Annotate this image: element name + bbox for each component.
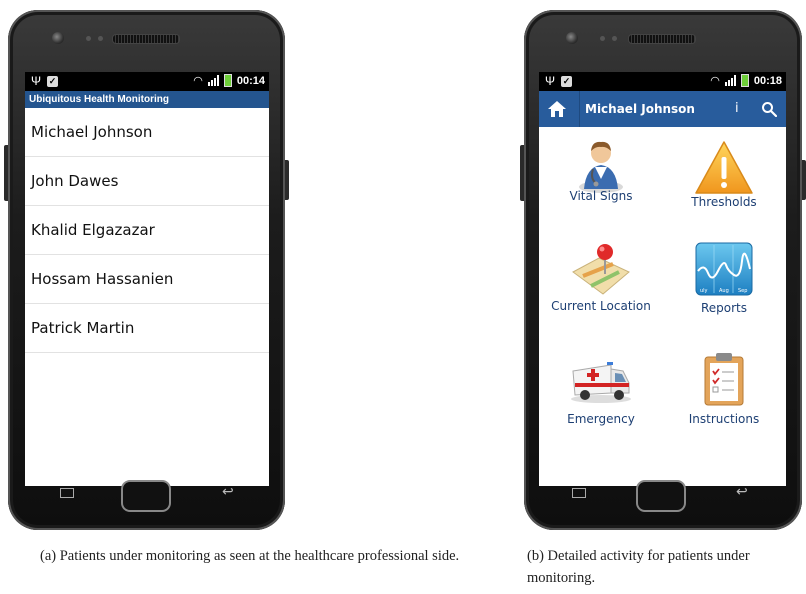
status-bar: Ψ ✓ ◠ 00:18	[539, 72, 786, 91]
figure-caption-b: (b) Detailed activity for patients under…	[527, 548, 750, 586]
earpiece-speaker	[628, 34, 696, 44]
search-icon[interactable]	[761, 101, 777, 117]
usb-icon: Ψ	[31, 74, 42, 88]
report-axis-label: Sep	[738, 288, 747, 294]
clipboard-icon	[704, 353, 744, 406]
warning-icon	[695, 141, 753, 194]
action-bar: Michael Johnson i	[539, 91, 786, 127]
menu-key-icon[interactable]	[60, 488, 74, 498]
usb-icon: Ψ	[545, 74, 556, 88]
phone-a: Ψ ✓ ◠ 00:14 Ubiquitous Health Monitoring…	[4, 10, 289, 530]
tile-label: Instructions	[688, 412, 760, 426]
patient-list-item[interactable]: Hossam Hassanien	[25, 255, 269, 304]
status-clock: 00:14	[236, 74, 265, 87]
ambulance-icon	[571, 362, 631, 403]
report-axis-label: uly	[700, 288, 708, 294]
signal-icon	[724, 75, 736, 86]
home-hardware-button[interactable]	[121, 480, 171, 512]
wifi-icon: ◠	[193, 74, 203, 87]
tile-label: Current Location	[551, 299, 651, 313]
doctor-icon	[579, 141, 623, 193]
home-hardware-button[interactable]	[636, 480, 686, 512]
chart-report-icon: uly Aug Sep	[695, 242, 753, 296]
notification-icon: ✓	[47, 75, 59, 87]
home-icon[interactable]	[547, 99, 567, 119]
proximity-sensor	[86, 36, 91, 41]
proximity-sensor	[600, 36, 605, 41]
tile-label: Reports	[700, 301, 748, 315]
wifi-icon: ◠	[710, 74, 720, 87]
patient-list: Michael Johnson John Dawes Khalid Elgaza…	[25, 108, 269, 353]
report-axis-label: Aug	[719, 288, 729, 294]
tile-label: Vital Signs	[569, 189, 633, 203]
tile-label: Thresholds	[691, 195, 757, 209]
earpiece-speaker	[112, 34, 180, 44]
tile-label: Emergency	[567, 412, 635, 426]
app-title-bar: Ubiquitous Health Monitoring	[25, 91, 269, 108]
front-camera	[566, 32, 578, 44]
patient-name-title: Michael Johnson	[585, 102, 695, 116]
tile-emergency[interactable]: Emergency	[539, 347, 663, 457]
tile-reports[interactable]: uly Aug Sep Reports	[662, 237, 786, 347]
patient-list-item[interactable]: John Dawes	[25, 157, 269, 206]
screen-b: Ψ ✓ ◠ 00:18 Michael Johnson i Vital Sign…	[539, 72, 786, 486]
battery-icon	[740, 74, 749, 87]
signal-icon	[207, 75, 219, 86]
back-key-icon[interactable]: ↩	[222, 484, 234, 500]
light-sensor	[612, 36, 617, 41]
action-bar-divider	[579, 91, 580, 127]
patient-list-item[interactable]: Khalid Elgazazar	[25, 206, 269, 255]
battery-icon	[223, 74, 232, 87]
phone-b: Ψ ✓ ◠ 00:18 Michael Johnson i Vital Sign…	[520, 10, 806, 530]
patient-list-item[interactable]: Patrick Martin	[25, 304, 269, 353]
patient-list-item[interactable]: Michael Johnson	[25, 108, 269, 157]
status-clock: 00:18	[753, 74, 782, 87]
tile-thresholds[interactable]: Thresholds	[662, 127, 786, 237]
map-pin-icon	[572, 244, 630, 295]
light-sensor	[98, 36, 103, 41]
tile-instructions[interactable]: Instructions	[662, 347, 786, 457]
tile-vital-signs[interactable]: Vital Signs	[539, 127, 663, 237]
notification-icon: ✓	[561, 75, 573, 87]
info-icon[interactable]: i	[735, 91, 739, 127]
screen-a: Ψ ✓ ◠ 00:14 Ubiquitous Health Monitoring…	[25, 72, 269, 486]
status-bar: Ψ ✓ ◠ 00:14	[25, 72, 269, 91]
tile-current-location[interactable]: Current Location	[539, 237, 663, 347]
menu-key-icon[interactable]	[572, 488, 586, 498]
front-camera	[52, 32, 64, 44]
back-key-icon[interactable]: ↩	[736, 484, 748, 500]
figure-caption-a: (a) Patients under monitoring as seen at…	[40, 548, 460, 564]
